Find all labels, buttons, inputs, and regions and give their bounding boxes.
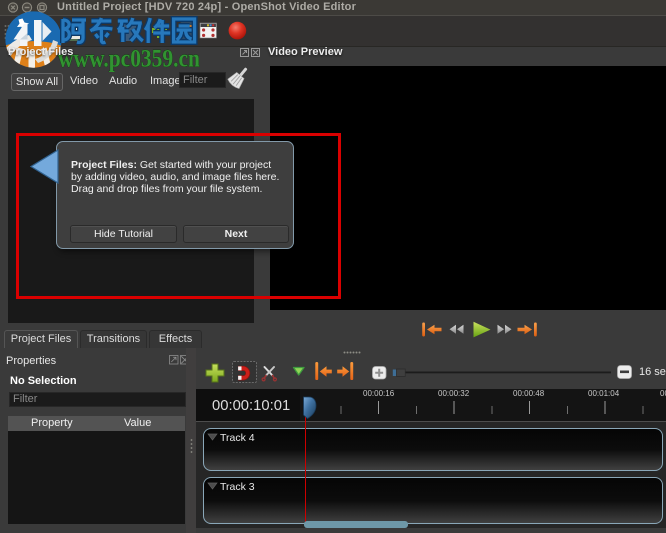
svg-text:www.pc0359.cn: www.pc0359.cn xyxy=(58,46,200,73)
